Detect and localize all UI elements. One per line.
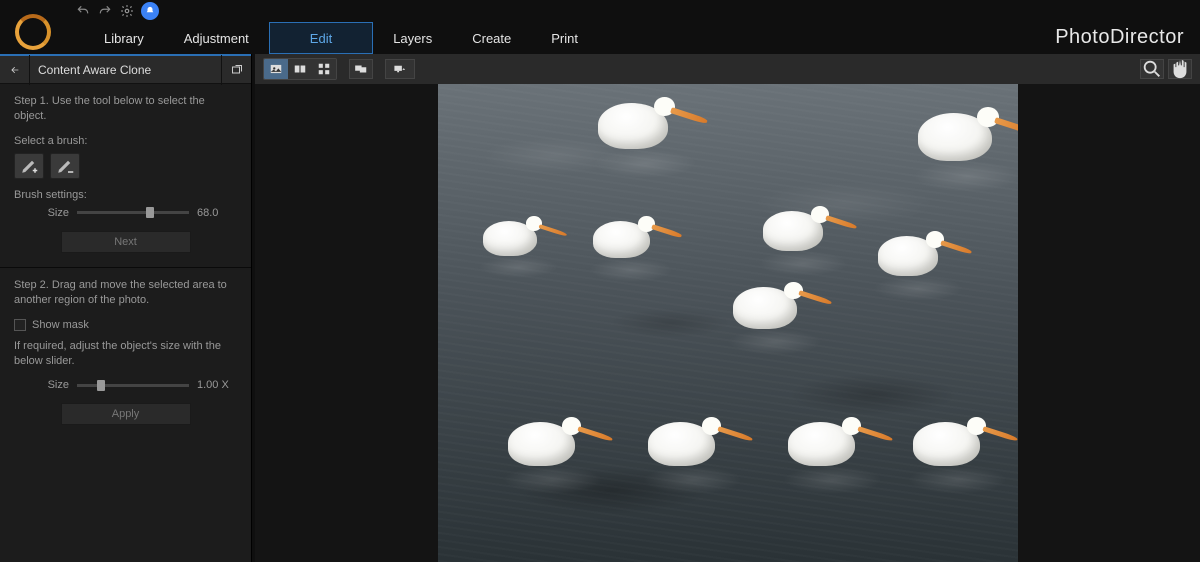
show-mask-label: Show mask: [32, 319, 89, 331]
view-grid-icon[interactable]: [312, 59, 336, 79]
back-button[interactable]: [0, 55, 30, 85]
size2-value: 1.00 X: [197, 379, 237, 391]
size-slider[interactable]: [77, 211, 189, 214]
size-label: Size: [14, 207, 69, 219]
apply-button[interactable]: Apply: [61, 403, 191, 425]
step2b-text: If required, adjust the object's size wi…: [14, 339, 237, 370]
main-tabs: Library Adjustment Edit Layers Create Pr…: [0, 22, 1200, 54]
select-brush-label: Select a brush:: [14, 135, 237, 147]
tab-print[interactable]: Print: [531, 22, 598, 54]
panel-title: Content Aware Clone: [30, 63, 221, 77]
step1-text: Step 1. Use the tool below to select the…: [14, 94, 237, 125]
zoom-tool-icon[interactable]: [1140, 59, 1164, 79]
redo-icon[interactable]: [97, 3, 113, 19]
view-toolbar: [255, 54, 1200, 84]
size2-slider[interactable]: [77, 384, 189, 387]
brush-settings-label: Brush settings:: [14, 189, 237, 201]
brush-add-button[interactable]: [14, 153, 44, 179]
app-logo: [15, 14, 51, 50]
quick-toolbar: [0, 0, 1200, 22]
size-value: 68.0: [197, 207, 237, 219]
dual-screen-icon[interactable]: [349, 59, 373, 79]
notification-icon[interactable]: [141, 2, 159, 20]
popout-icon[interactable]: [221, 55, 251, 85]
tab-edit[interactable]: Edit: [269, 22, 373, 54]
display-menu-icon[interactable]: [385, 59, 415, 79]
step2-text: Step 2. Drag and move the selected area …: [14, 278, 237, 309]
tab-library[interactable]: Library: [84, 22, 164, 54]
brush-subtract-button[interactable]: [50, 153, 80, 179]
undo-icon[interactable]: [75, 3, 91, 19]
canvas-area[interactable]: [255, 84, 1200, 562]
brand-label: PhotoDirector: [1055, 26, 1184, 49]
view-compare-icon[interactable]: [288, 59, 312, 79]
tool-panel: Content Aware Clone Step 1. Use the tool…: [0, 54, 252, 562]
photo-preview[interactable]: [438, 84, 1018, 562]
next-button[interactable]: Next: [61, 231, 191, 253]
show-mask-checkbox[interactable]: [14, 319, 26, 331]
gear-icon[interactable]: [119, 3, 135, 19]
view-single-icon[interactable]: [264, 59, 288, 79]
tab-create[interactable]: Create: [452, 22, 531, 54]
tab-adjustment[interactable]: Adjustment: [164, 22, 269, 54]
tab-layers[interactable]: Layers: [373, 22, 452, 54]
pan-tool-icon[interactable]: [1168, 59, 1192, 79]
size2-label: Size: [14, 379, 69, 391]
